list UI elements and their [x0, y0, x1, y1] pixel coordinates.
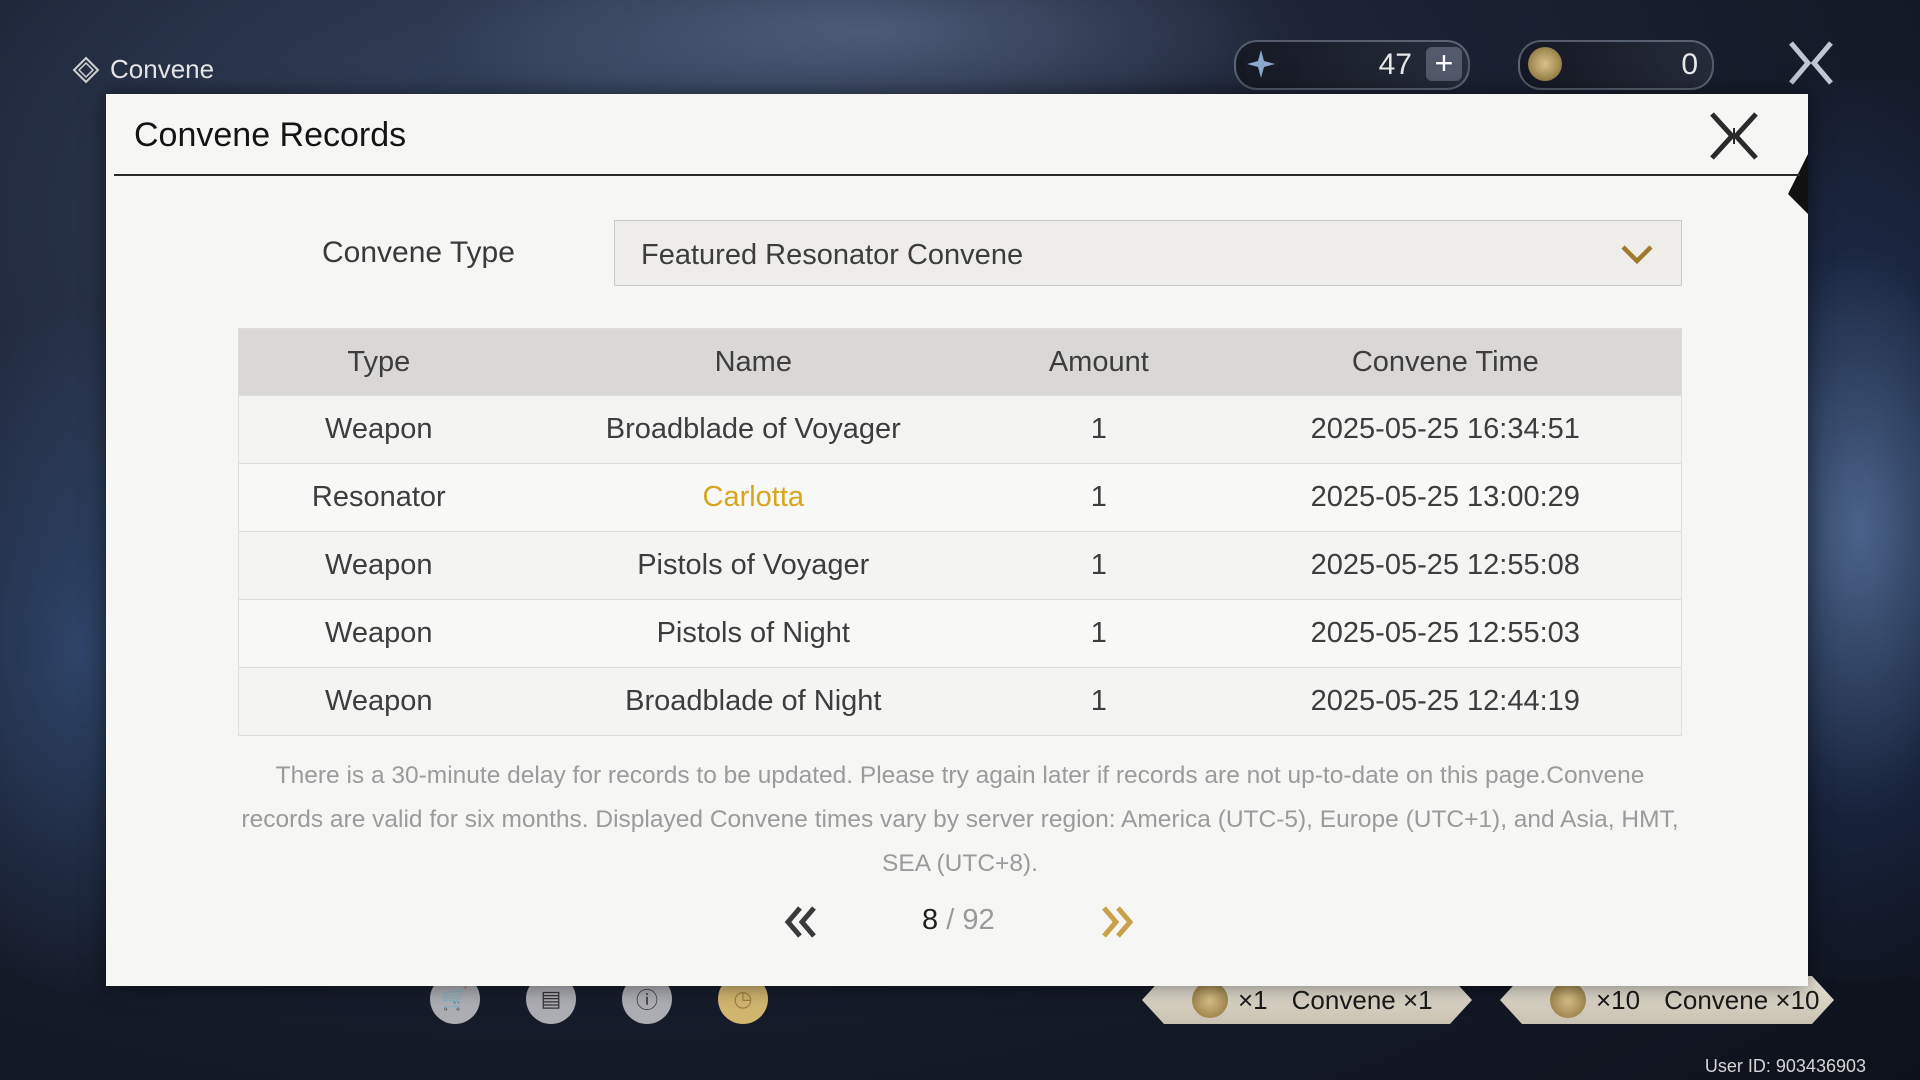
table-row: Weapon Pistols of Night 1 2025-05-25 12:… [239, 599, 1681, 667]
modal-title: Convene Records [134, 116, 407, 154]
row-type: Weapon [325, 685, 433, 717]
page-indicator: 8 / 92 [922, 904, 995, 937]
convene-logo-icon [72, 56, 100, 83]
convene-type-label: Convene Type [322, 236, 515, 269]
convene-type-value: Featured Resonator Convene [641, 239, 1024, 271]
modal-header: Convene Records [114, 94, 1800, 176]
table-body: Weapon Broadblade of Voyager 1 2025-05-2… [239, 395, 1681, 735]
row-amount: 1 [1090, 685, 1107, 717]
records-table: Type Name Amount Convene Time Weapon Bro… [238, 328, 1682, 736]
table-row: Weapon Pistols of Voyager 1 2025-05-25 1… [239, 531, 1681, 599]
pagination: 8 / 92 [106, 900, 1808, 946]
row-time: 2025-05-25 12:44:19 [1310, 685, 1580, 717]
convene-x1-label: Convene ×1 [1291, 984, 1433, 1015]
records-notice: There is a 30-minute delay for records t… [241, 762, 1679, 877]
chevron-down-icon [1621, 245, 1653, 265]
row-name-gold: Carlotta [702, 481, 805, 513]
table-row: Weapon Broadblade of Voyager 1 2025-05-2… [239, 395, 1681, 463]
row-amount: 1 [1090, 549, 1107, 581]
astrite-value: 47 [1378, 48, 1412, 81]
page-separator: / [938, 904, 963, 936]
astrite-counter: 47 + [1234, 40, 1470, 90]
lustrous-tide-counter: 0 [1518, 40, 1714, 90]
exit-icon[interactable] [1786, 38, 1836, 88]
header-convene-time: Convene Time [1351, 345, 1539, 378]
lustrous-tide-coin-icon [1528, 47, 1562, 81]
screen-title: Convene [72, 54, 214, 85]
add-astrite-button[interactable]: + [1426, 47, 1462, 81]
convene-coin-icon [1550, 982, 1586, 1018]
header-name: Name [714, 345, 792, 378]
convene-type-dropdown[interactable]: Featured Resonator Convene [614, 220, 1682, 286]
row-name: Broadblade of Night [625, 685, 882, 717]
lustrous-tide-value: 0 [1681, 48, 1698, 81]
row-name: Broadblade of Voyager [605, 413, 901, 445]
row-amount: 1 [1090, 413, 1107, 445]
table-row: Weapon Broadblade of Night 1 2025-05-25 … [239, 667, 1681, 735]
row-time: 2025-05-25 16:34:51 [1310, 413, 1580, 445]
row-amount: 1 [1090, 617, 1107, 649]
current-page: 8 [922, 904, 939, 936]
total-pages: 92 [962, 904, 995, 936]
table-row: Resonator Carlotta 1 2025-05-25 13:00:29 [239, 463, 1681, 531]
header-amount: Amount [1048, 345, 1149, 378]
row-type: Weapon [325, 413, 433, 445]
header-type: Type [347, 345, 411, 378]
close-icon[interactable] [1708, 110, 1760, 162]
row-type: Weapon [325, 617, 433, 649]
convene-x1-count: ×1 [1238, 984, 1268, 1015]
convene-coin-icon [1192, 982, 1228, 1018]
row-time: 2025-05-25 12:55:08 [1310, 549, 1580, 581]
screen-title-text: Convene [110, 54, 215, 84]
row-type: Weapon [325, 549, 433, 581]
row-time: 2025-05-25 13:00:29 [1310, 481, 1580, 513]
convene-records-modal: Convene Records Convene Type Featured Re… [106, 94, 1808, 986]
row-name: Pistols of Night [656, 617, 850, 649]
convene-type-row: Convene Type Featured Resonator Convene [106, 220, 1808, 288]
previous-page-icon[interactable] [782, 904, 820, 940]
user-id: User ID: 903436903 [1704, 1056, 1866, 1076]
next-page-icon[interactable] [1098, 904, 1136, 940]
astrite-star-icon [1244, 47, 1278, 81]
row-type: Resonator [311, 481, 446, 513]
row-time: 2025-05-25 12:55:03 [1310, 617, 1580, 649]
table-header-row: Type Name Amount Convene Time [239, 329, 1681, 395]
row-name: Pistols of Voyager [637, 549, 870, 581]
convene-x10-label: Convene ×10 [1664, 984, 1820, 1015]
convene-x10-count: ×10 [1596, 984, 1641, 1015]
row-amount: 1 [1090, 481, 1107, 513]
